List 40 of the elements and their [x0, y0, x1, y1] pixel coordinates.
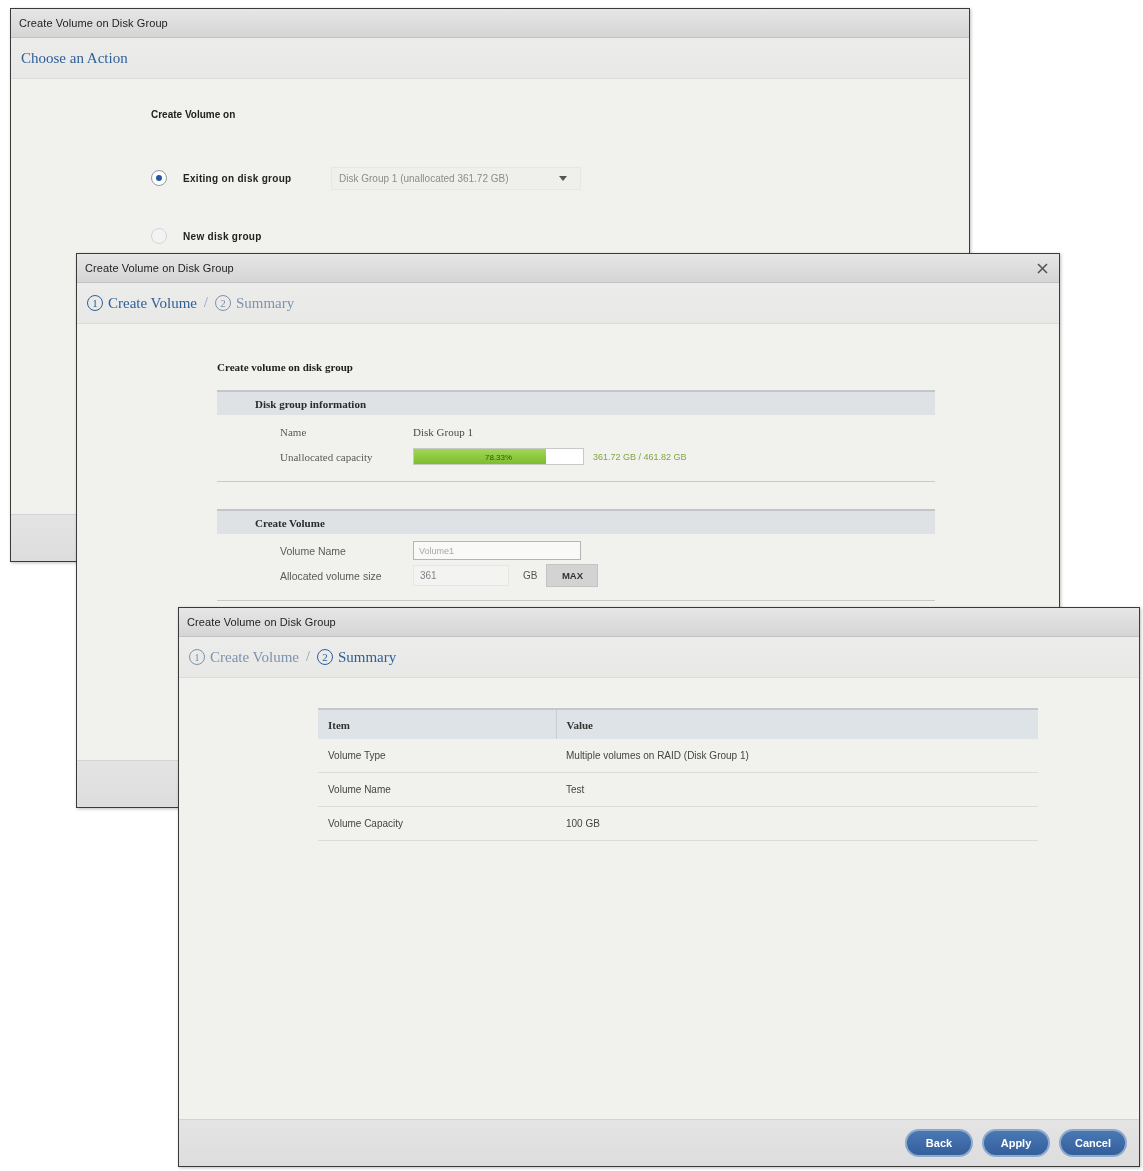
- dialog-button[interactable]: Back: [905, 1129, 973, 1157]
- form-heading: Create volume on disk group: [217, 360, 353, 374]
- step-separator: /: [306, 649, 310, 665]
- wizard-step[interactable]: Choose an Action: [21, 49, 128, 67]
- section-header: Disk group information: [217, 390, 935, 415]
- window-title: Create Volume on Disk Group: [85, 262, 234, 274]
- table-header-cell: Value: [556, 709, 1038, 739]
- wizard-step[interactable]: 2 Summary: [214, 294, 295, 312]
- field-label: Name: [280, 425, 308, 438]
- step-separator: /: [204, 295, 208, 311]
- dialog-button[interactable]: Cancel: [1059, 1129, 1127, 1157]
- window-title: Create Volume on Disk Group: [19, 17, 168, 29]
- wizard-step[interactable]: 2 Summary: [316, 648, 397, 666]
- radio-button[interactable]: [151, 170, 167, 186]
- field-value: Disk Group 1: [413, 425, 473, 438]
- table-cell: Test: [556, 772, 1038, 807]
- table-cell: Volume Capacity: [318, 806, 556, 841]
- caret-icon: [559, 175, 567, 181]
- capacity-reading: 361.72 GB / 461.82 GB: [593, 451, 687, 462]
- table-cell: Volume Name: [318, 772, 556, 807]
- field-label: Volume Name: [280, 544, 347, 557]
- field-label: Unallocated capacity: [280, 450, 374, 463]
- close-icon[interactable]: [1037, 262, 1048, 274]
- dialog-button[interactable]: Apply: [982, 1129, 1050, 1157]
- window-title: Create Volume on Disk Group: [187, 616, 336, 628]
- capacity-percent: 78.33%: [484, 452, 513, 461]
- unit-label: GB: [523, 570, 538, 581]
- table-cell: 100 GB: [556, 806, 1038, 841]
- table-cell: Multiple volumes on RAID (Disk Group 1): [556, 739, 1038, 773]
- volume-name-input[interactable]: Volume1: [413, 541, 581, 560]
- radio-button[interactable]: [151, 228, 167, 244]
- field-label: Allocated volume size: [280, 569, 383, 582]
- wizard-step[interactable]: 1 Create Volume: [87, 294, 197, 312]
- table-header-cell: Item: [318, 709, 556, 739]
- radio-label: Exiting on disk group: [183, 172, 293, 184]
- radio-label: New disk group: [183, 230, 263, 242]
- wizard-step[interactable]: 1 Create Volume: [189, 648, 299, 666]
- section-header: Create Volume: [217, 509, 935, 534]
- table-cell: Volume Type: [318, 739, 556, 773]
- section-heading: Create Volume on: [151, 108, 236, 122]
